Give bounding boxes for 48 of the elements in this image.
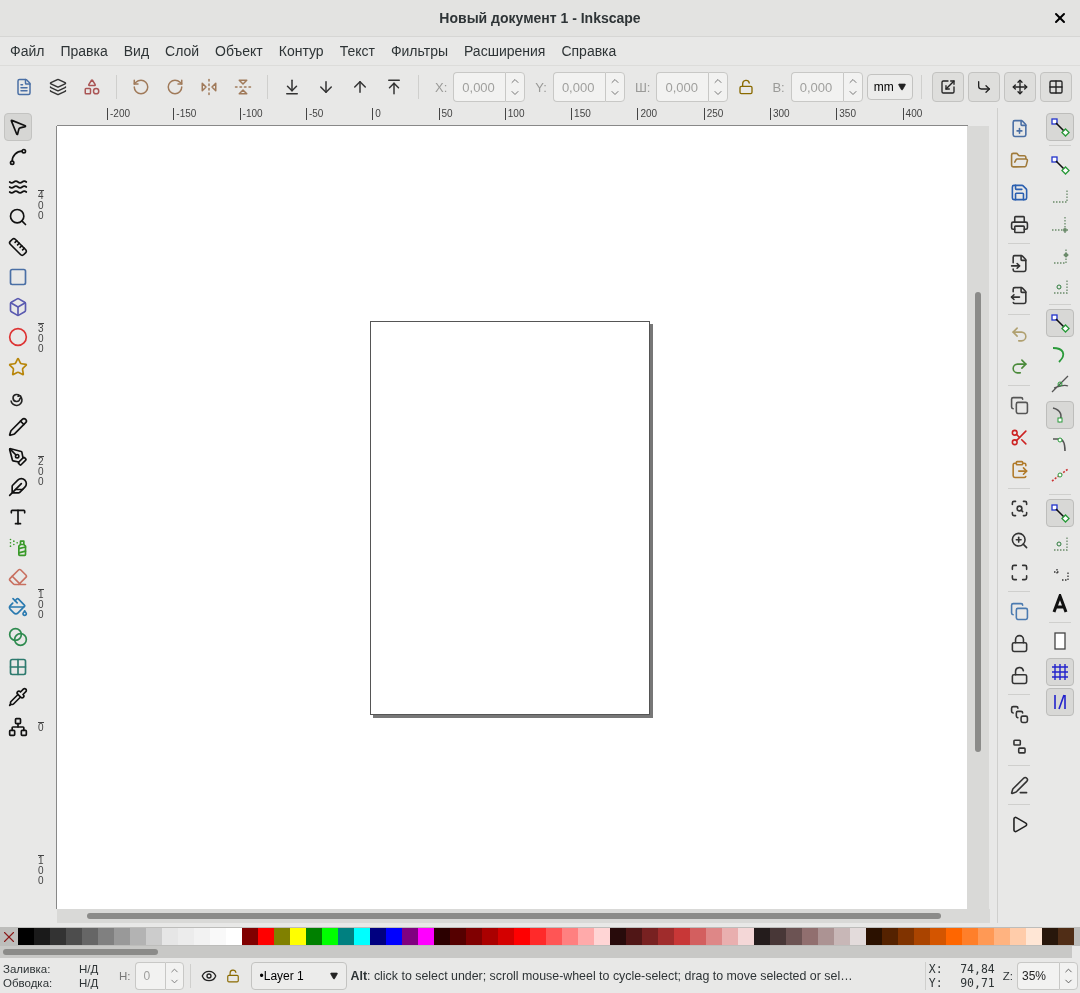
ruler-label: 150: [571, 108, 591, 120]
field-label: Ш:: [634, 79, 651, 95]
stroke-label: Обводка:: [3, 976, 54, 989]
zoom-field[interactable]: 35%: [1017, 961, 1059, 990]
menu-item[interactable]: Вид: [115, 43, 158, 59]
ruler-label: -200: [107, 108, 130, 120]
menu-item[interactable]: Фильтры: [382, 43, 456, 59]
ruler-label: 300: [770, 108, 790, 120]
menu-item[interactable]: Расширения: [456, 43, 554, 59]
fill-value: Н/Д: [79, 962, 100, 975]
menu-item[interactable]: Справка: [553, 43, 625, 59]
unit-dropdown[interactable]: mm: [866, 74, 913, 100]
zoom-label: Z:: [1002, 969, 1013, 982]
ruler-label: 400: [902, 108, 923, 120]
coord-value: 74,84: [959, 961, 995, 976]
ruler-label: 400: [38, 190, 44, 221]
ruler-label: 300: [38, 323, 44, 354]
ruler-label: 0: [38, 722, 44, 733]
window-title: Новый документ 1 - Inkscape: [439, 10, 641, 26]
coord-label: Y:: [928, 975, 944, 990]
coord-value: 90,71: [959, 975, 995, 990]
ruler-label: -50: [305, 108, 324, 120]
ruler-label: 200: [637, 108, 658, 120]
menu-item[interactable]: Слой: [157, 43, 208, 59]
menu-item[interactable]: Текст: [331, 43, 383, 59]
ruler-label: 0: [372, 108, 381, 120]
ruler-label: 350: [836, 108, 856, 120]
field-label: X:: [435, 79, 448, 95]
ruler-label: -150: [173, 108, 197, 120]
stroke-value: Н/Д: [79, 976, 100, 989]
ruler-label: 200: [38, 456, 44, 487]
field-label: В:: [772, 79, 785, 95]
ruler-label: -100: [239, 108, 263, 120]
field-label: Y:: [535, 79, 547, 95]
fill-label: Заливка:: [3, 962, 52, 975]
menu-item[interactable]: Контур: [270, 43, 332, 59]
layer-dropdown[interactable]: •Layer 1: [250, 961, 347, 990]
opacity-label: H:: [119, 969, 131, 982]
menu-item[interactable]: Файл: [2, 43, 53, 59]
menu-item[interactable]: Правка: [52, 43, 116, 59]
coord-label: X:: [928, 961, 944, 976]
ruler-label: 250: [703, 108, 724, 120]
ruler-label: 50: [438, 108, 453, 120]
menu-item[interactable]: Объект: [207, 43, 271, 59]
status-message: Alt: click to select under; scroll mouse-wheel to cycle-select; drag to move selected or sel…: [350, 968, 854, 983]
ruler-label: 100: [38, 855, 44, 886]
ruler-label: 100: [38, 589, 44, 620]
ruler-label: 100: [504, 108, 525, 120]
